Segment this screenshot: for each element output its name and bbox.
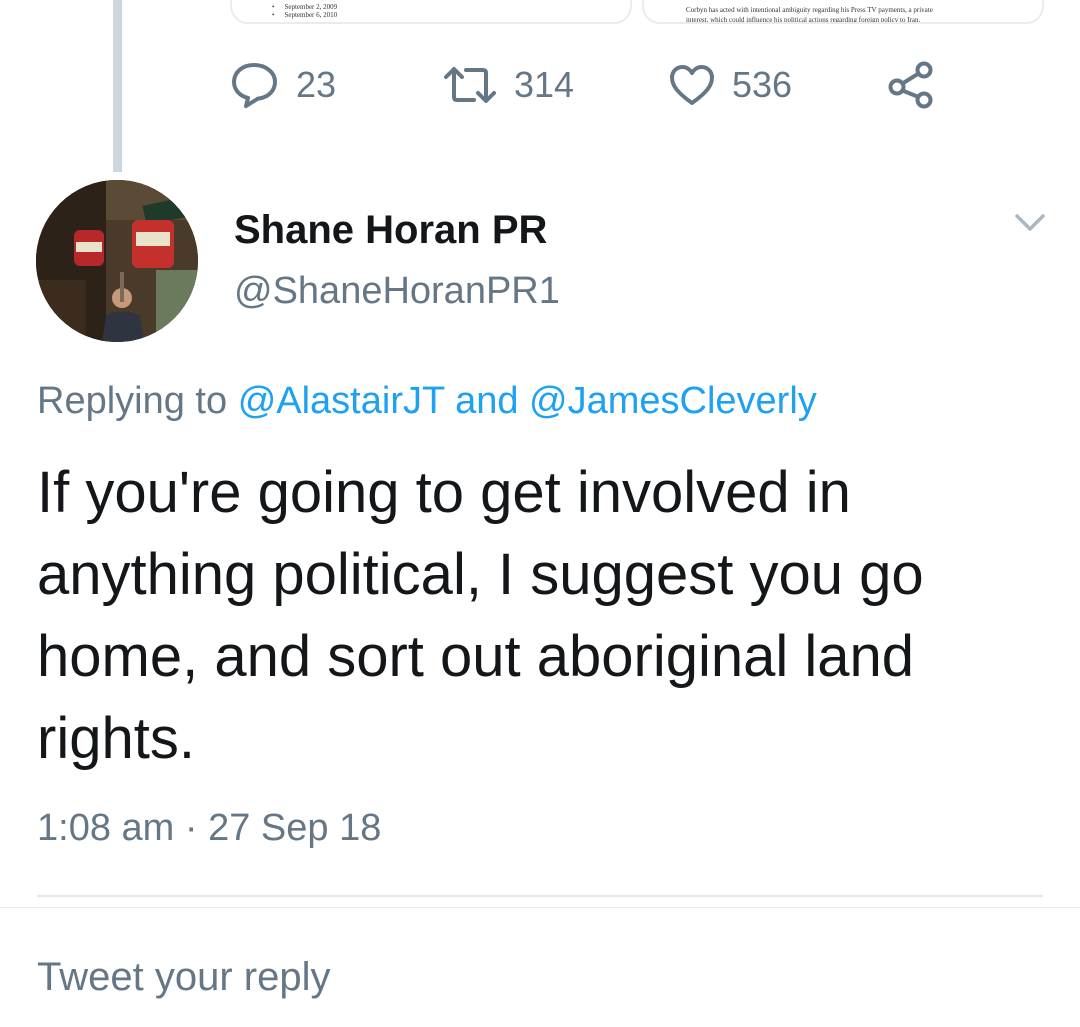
media-card-snippet: Corbyn has acted with intentional ambigu… bbox=[686, 5, 1016, 24]
mention-link-alastairjt[interactable]: @AlastairJT bbox=[238, 380, 445, 422]
avatar[interactable] bbox=[36, 180, 198, 342]
divider bbox=[37, 895, 1043, 897]
embedded-media-card-left[interactable]: September 2, 2009 September 6, 2010 bbox=[230, 0, 632, 24]
retweet-count: 314 bbox=[514, 64, 575, 105]
author-display-name[interactable]: Shane Horan PR bbox=[234, 208, 547, 253]
retweet-button[interactable]: 314 bbox=[442, 58, 574, 112]
replying-to-prefix: Replying to bbox=[37, 380, 228, 422]
heart-icon bbox=[668, 63, 716, 107]
media-card-snippet-line: interest, which could influence his poli… bbox=[686, 16, 921, 24]
media-card-bullets: September 2, 2009 September 6, 2010 bbox=[272, 3, 337, 19]
replying-to-line: Replying to @AlastairJT and @JamesClever… bbox=[37, 380, 817, 423]
tweet-timestamp[interactable]: 1:08 am · 27 Sep 18 bbox=[37, 807, 381, 850]
author-handle[interactable]: @ShaneHoranPR1 bbox=[234, 270, 560, 313]
media-card-bullet: September 6, 2010 bbox=[272, 11, 337, 19]
embedded-media-card-right[interactable]: Corbyn has acted with intentional ambigu… bbox=[642, 0, 1044, 24]
media-card-snippet-line: Corbyn has acted with intentional ambigu… bbox=[686, 6, 933, 14]
like-button[interactable]: 536 bbox=[668, 58, 792, 112]
share-icon bbox=[886, 60, 936, 110]
reply-button[interactable]: 23 bbox=[230, 58, 336, 112]
tweet-reply-input[interactable]: Tweet your reply bbox=[37, 955, 330, 1000]
tweet-body-text: If you're going to get involved in anyth… bbox=[37, 460, 924, 771]
reply-count: 23 bbox=[296, 64, 337, 105]
retweet-icon bbox=[442, 64, 498, 106]
tweet-options-button[interactable] bbox=[1014, 212, 1046, 234]
like-count: 536 bbox=[732, 64, 793, 105]
replying-to-joiner: and bbox=[455, 380, 519, 422]
media-card-bullet: September 2, 2009 bbox=[272, 3, 337, 11]
mention-link-jamescleverly[interactable]: @JamesCleverly bbox=[529, 380, 817, 422]
thread-connector-line bbox=[113, 0, 122, 172]
divider bbox=[0, 907, 1080, 908]
share-button[interactable] bbox=[886, 58, 936, 112]
reply-icon bbox=[230, 61, 280, 109]
chevron-down-icon bbox=[1014, 214, 1046, 238]
